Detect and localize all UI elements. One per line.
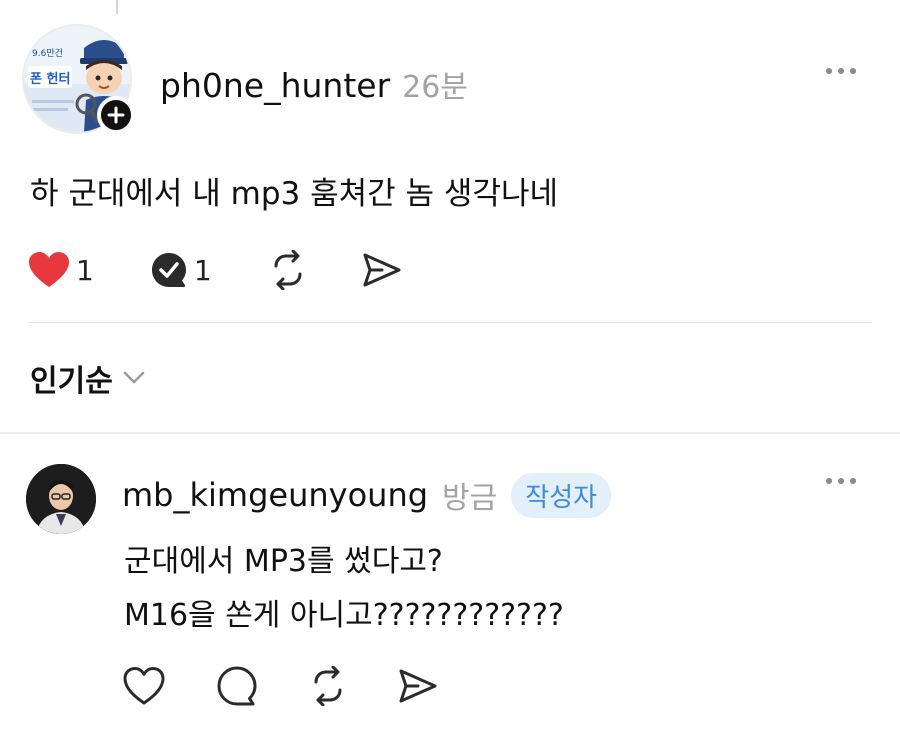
reply-more-button[interactable]: [826, 478, 856, 484]
more-dots-icon: [826, 68, 856, 74]
repost-icon: [314, 666, 342, 706]
more-dots-icon: [826, 478, 856, 484]
send-icon: [362, 252, 402, 288]
avatar-badge-text: 폰 헌터: [30, 71, 70, 87]
reply-share-button[interactable]: [398, 668, 438, 704]
section-divider: [0, 432, 900, 434]
avatar-top-text: 9.6만건: [32, 48, 63, 59]
sort-dropdown[interactable]: 인기순: [30, 356, 145, 400]
reply-comment-button[interactable]: [216, 665, 258, 707]
like-count: 1: [76, 253, 94, 287]
like-button[interactable]: 1: [28, 251, 94, 289]
thread-connector-line: [116, 0, 118, 14]
repost-button[interactable]: [268, 250, 308, 290]
reply-like-button[interactable]: [122, 666, 166, 706]
post-actions: 1 1: [28, 248, 402, 292]
post-body: 하 군대에서 내 mp3 훔쳐간 놈 생각나네: [30, 176, 559, 212]
reply-body-line-2: M16을 쏜게 아니고????????????: [124, 598, 564, 633]
author-username[interactable]: ph0ne_hunter: [160, 66, 390, 105]
reply-body-line-1: 군대에서 MP3를 썼다고?: [124, 544, 443, 579]
comment-icon: [217, 666, 257, 706]
repost-icon: [268, 250, 308, 290]
reply-count: 1: [193, 253, 212, 287]
post-timestamp: 26분: [402, 70, 468, 105]
reply-check-icon: [150, 251, 188, 289]
post-header: ph0ne_hunter 26분: [160, 62, 468, 106]
heart-outline-icon: [123, 667, 165, 705]
plus-icon: [107, 106, 125, 124]
reply-author-avatar[interactable]: [26, 464, 96, 534]
share-button[interactable]: [362, 252, 402, 288]
divider: [28, 322, 872, 323]
sort-label: 인기순: [30, 364, 113, 399]
author-badge: 작성자: [511, 472, 611, 518]
reply-timestamp: 방금: [442, 481, 498, 516]
post-more-button[interactable]: [826, 68, 856, 74]
reply-actions: [122, 664, 438, 708]
send-icon: [399, 669, 437, 703]
follow-button[interactable]: [97, 96, 135, 134]
reply-repost-button[interactable]: [308, 666, 348, 706]
avatar-photo: [26, 464, 96, 534]
chevron-down-icon: [123, 371, 145, 385]
reply-button[interactable]: 1: [150, 251, 212, 289]
reply-author-username[interactable]: mb_kimgeunyoung: [122, 476, 428, 514]
heart-filled-icon: [28, 251, 70, 289]
thread-page: 9.6만건 폰 헌터 ph0ne_hunter 26분 하 군대에서 내 mp3…: [0, 0, 900, 730]
reply-header: mb_kimgeunyoung 방금 작성자: [122, 470, 611, 520]
